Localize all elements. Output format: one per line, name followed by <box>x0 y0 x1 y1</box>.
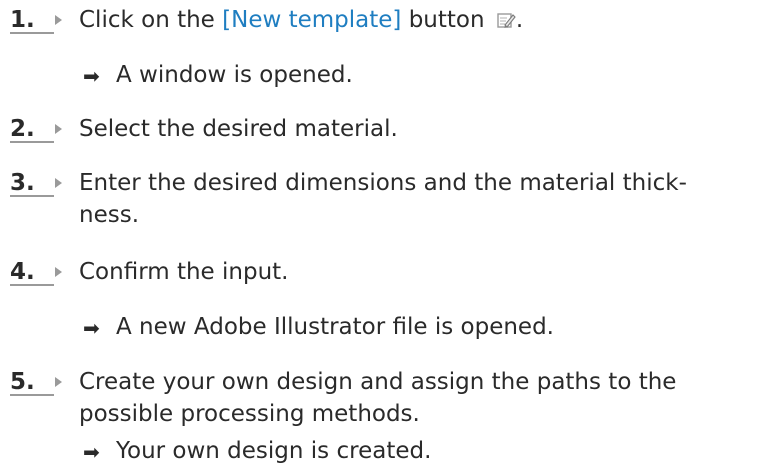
step-text: Confirm the input. <box>79 259 289 285</box>
result-arrow-icon: ➡ <box>83 440 100 464</box>
step-4: 4. Confirm the input. <box>0 255 776 291</box>
result-arrow-icon: ➡ <box>83 316 100 340</box>
step-text-trailing: . <box>515 7 524 33</box>
result-text: Your own design is created. <box>116 438 432 464</box>
step-number-underline <box>10 141 54 143</box>
step-number-underline <box>10 394 54 396</box>
step-marker-arrow-icon <box>55 178 62 188</box>
new-template-edit-icon <box>497 13 516 28</box>
step-text-before: Click on the <box>79 7 223 33</box>
step-marker-arrow-icon <box>55 267 62 277</box>
instruction-steps: 1. Click on the [New template] button . … <box>0 0 776 471</box>
step-marker-arrow-icon <box>55 124 62 134</box>
step-number-underline <box>10 284 54 286</box>
step-3: 3. Enter the desired dimensions and the … <box>0 166 776 236</box>
step-2: 2. Select the desired material. <box>0 112 776 148</box>
step-number-underline <box>10 195 54 197</box>
step-5: 5. Create your own design and assign the… <box>0 365 776 435</box>
step-result-1: ➡ A window is opened. <box>83 58 763 94</box>
step-result-2: ➡ A new Adobe Illustrator file is opened… <box>83 310 763 346</box>
step-text-line-1: Enter the desired dimensions and the mat… <box>79 170 687 196</box>
step-text-after: button <box>401 7 485 33</box>
step-text-line-2: possible processing methods. <box>79 401 420 427</box>
result-text: A window is opened. <box>116 62 353 88</box>
step-1: 1. Click on the [New template] button . <box>0 3 776 39</box>
step-result-3: ➡ Your own design is created. <box>83 434 763 470</box>
step-number-underline <box>10 32 54 34</box>
step-text-line-1: Create your own design and assign the pa… <box>79 369 677 395</box>
step-text: Select the desired material. <box>79 116 398 142</box>
step-marker-arrow-icon <box>55 15 62 25</box>
step-text: Click on the [New template] button . <box>79 3 759 37</box>
step-text-line-2: ness. <box>79 202 140 228</box>
step-marker-arrow-icon <box>55 377 62 387</box>
new-template-label: [New template] <box>222 7 402 33</box>
result-text: A new Adobe Illustrator file is opened. <box>116 314 554 340</box>
result-arrow-icon: ➡ <box>83 64 100 88</box>
